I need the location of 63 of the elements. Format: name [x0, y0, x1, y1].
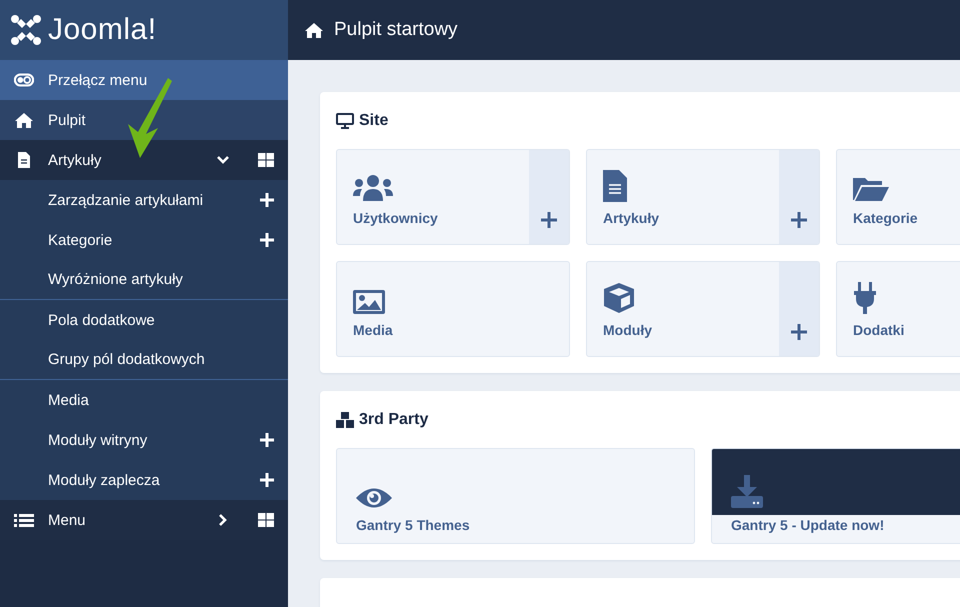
home-icon [14, 112, 34, 128]
tile-label: Gantry 5 Themes [356, 517, 471, 533]
brand-name: Joomla! [48, 13, 157, 47]
plus-icon[interactable] [260, 233, 274, 247]
add-button[interactable] [779, 262, 819, 356]
page-title: Pulpit startowy [334, 19, 458, 41]
tile-label: Media [353, 322, 394, 338]
joomla-logo-icon [10, 14, 42, 46]
cube-icon [603, 282, 635, 314]
submenu-row[interactable]: Moduły zaplecza [0, 460, 288, 500]
tile-label: Dodatki [853, 322, 906, 338]
home-icon [304, 22, 324, 38]
submenu-item[interactable]: Moduły witryny [48, 432, 148, 448]
submenu-item[interactable]: Wyróżnione artykuły [48, 271, 183, 288]
quick-icon-tile[interactable]: Media [336, 261, 570, 357]
quick-icon-tile[interactable]: Kategorie [836, 149, 960, 245]
submenu-item[interactable]: Pola dodatkowe [48, 312, 155, 328]
toggle-icon [14, 73, 34, 87]
submenu-item[interactable]: Media [48, 392, 89, 408]
submenu-row[interactable]: Media [0, 380, 288, 420]
tile-label: Artykuły [603, 210, 660, 226]
panel-title: Site [359, 112, 388, 130]
eye-icon [356, 487, 392, 509]
quick-icon-tile[interactable]: Moduły [586, 261, 820, 357]
boxes-icon [336, 412, 354, 428]
document-icon [603, 170, 627, 202]
tile-label: Użytkownicy [353, 210, 439, 226]
monitor-icon [336, 113, 354, 129]
submenu-item[interactable]: Kategorie [48, 232, 112, 248]
plus-icon[interactable] [260, 433, 274, 447]
quick-icon-tile[interactable]: Artykuły [586, 149, 820, 245]
tile-label: Moduły [603, 322, 653, 338]
toggle-menu-item[interactable]: Przełącz menu [0, 60, 288, 100]
sidebar-item[interactable]: Pulpit [0, 100, 288, 140]
list-icon [14, 513, 34, 527]
quick-icon-tile[interactable]: Dodatki [836, 261, 960, 357]
panel-title: 3rd Party [359, 411, 428, 429]
dashboard-icon[interactable] [258, 153, 274, 167]
submenu-row[interactable]: Moduły witryny [0, 420, 288, 460]
submenu-item[interactable]: Grupy pól dodatkowych [48, 351, 205, 368]
quick-icon-tile[interactable]: Użytkownicy [336, 149, 570, 245]
download-icon [731, 475, 763, 509]
dashboard-icon[interactable] [258, 513, 274, 527]
quick-icon-tile[interactable]: Gantry 5 Themes [336, 448, 695, 544]
submenu-row[interactable]: Kategorie [0, 220, 288, 260]
quick-icon-tile[interactable]: Gantry 5 - Update now! [711, 448, 960, 544]
plus-icon[interactable] [260, 193, 274, 207]
submenu-row[interactable]: Pola dodatkowe [0, 300, 288, 340]
plug-icon [853, 282, 877, 314]
add-button[interactable] [779, 150, 819, 244]
submenu-row[interactable]: Zarządzanie artykułami [0, 180, 288, 220]
folder-icon [853, 176, 889, 202]
plus-icon [791, 324, 807, 340]
submenu-item[interactable]: Moduły zaplecza [48, 472, 160, 488]
add-button[interactable] [529, 150, 569, 244]
plus-icon[interactable] [260, 473, 274, 487]
users-icon [353, 174, 393, 202]
image-icon [353, 290, 385, 314]
submenu-item[interactable]: Zarządzanie artykułami [48, 192, 204, 208]
plus-icon [541, 212, 557, 228]
plus-icon [791, 212, 807, 228]
tile-label: Kategorie [853, 210, 919, 226]
tile-label: Gantry 5 - Update now! [731, 517, 886, 533]
